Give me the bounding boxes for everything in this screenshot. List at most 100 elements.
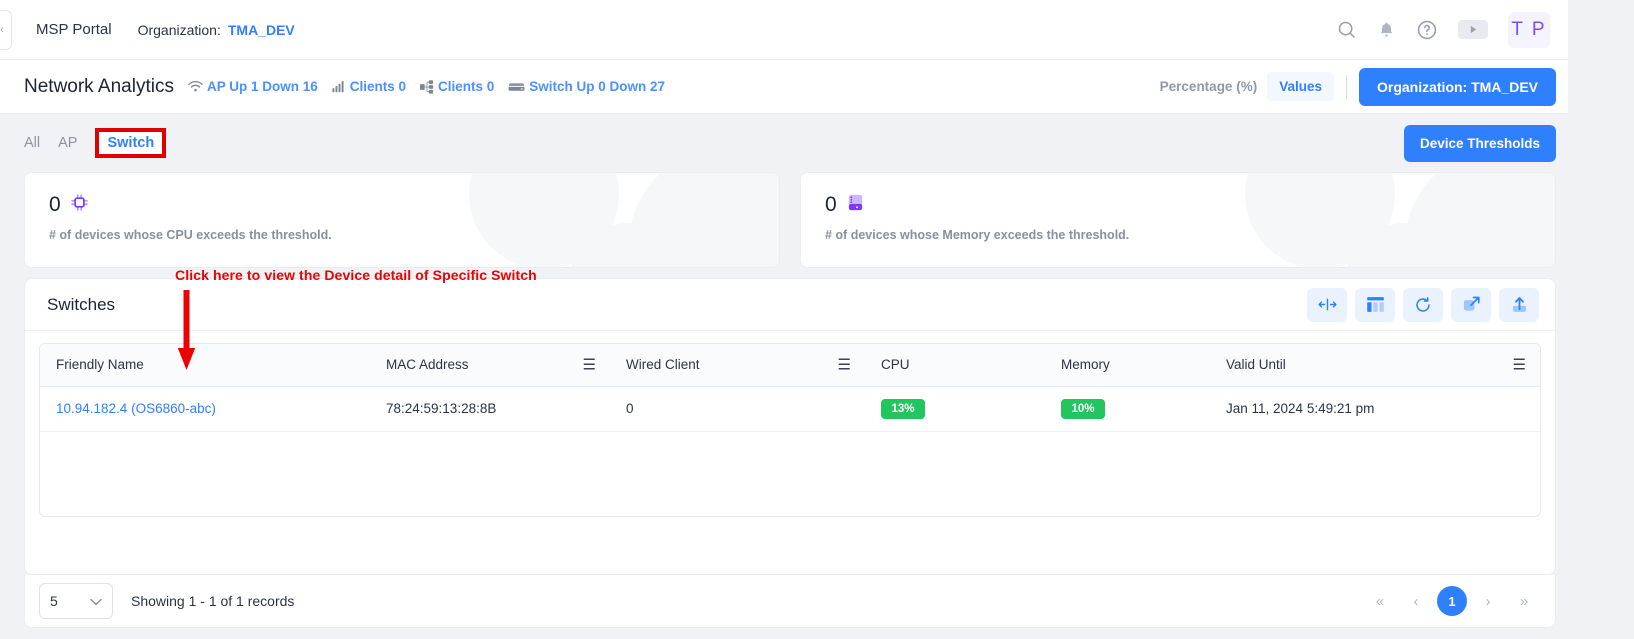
organization-button[interactable]: Organization: TMA_DEV <box>1358 67 1556 106</box>
expand-icon[interactable] <box>1451 287 1491 322</box>
column-menu-icon[interactable]: ☰ <box>838 357 851 372</box>
sidebar-toggle[interactable]: ‹ <box>0 10 12 50</box>
column-label: CPU <box>881 357 910 373</box>
device-thresholds-button[interactable]: Device Thresholds <box>1403 124 1556 162</box>
pagination-first[interactable]: « <box>1365 586 1395 616</box>
pagination: « ‹ 1 › » <box>1365 586 1539 616</box>
video-play-icon[interactable] <box>1458 20 1488 39</box>
kpi-memory-value-row: 0 <box>825 193 1531 217</box>
cpu-badge: 13% <box>881 398 925 419</box>
cell-wired-client: 0 <box>610 386 865 432</box>
filter-tabs-row: All AP Switch Device Thresholds <box>0 114 1568 172</box>
tab-switch[interactable]: Switch <box>107 135 154 151</box>
fit-columns-icon[interactable] <box>1307 287 1347 322</box>
stat-switch-label: Switch Up 0 Down 27 <box>529 79 666 94</box>
bell-icon[interactable] <box>1377 20 1396 40</box>
kpi-cpu-description: # of devices whose CPU exceeds the thres… <box>49 228 332 242</box>
kpi-memory-value: 0 <box>825 193 837 216</box>
header-right-actions: Percentage (%) Values Organization: TMA_… <box>1150 67 1568 106</box>
column-label: Friendly Name <box>56 357 144 373</box>
avatar[interactable]: T P <box>1508 11 1550 48</box>
page-title: Network Analytics <box>24 75 174 97</box>
organization-label: Organization: <box>137 21 221 38</box>
cell-cpu: 13% <box>865 386 1045 432</box>
kpi-memory-description: # of devices whose Memory exceeds the th… <box>825 228 1130 242</box>
page-size-select[interactable]: 5 <box>39 583 113 619</box>
memory-badge: 10% <box>1061 398 1105 419</box>
table-header-row: Friendly Name MAC Address ☰ Wired Client… <box>40 344 1540 387</box>
refresh-icon[interactable] <box>1403 287 1443 322</box>
toggle-percentage[interactable]: Percentage (%) <box>1150 72 1268 101</box>
top-bar: ‹ MSP Portal Organization: TMA_DEV T P <box>0 0 1568 60</box>
switches-table-container: Friendly Name MAC Address ☰ Wired Client… <box>39 343 1541 517</box>
search-icon[interactable] <box>1336 19 1357 40</box>
filter-tabs: All AP Switch <box>24 128 167 158</box>
pagination-next[interactable]: › <box>1473 586 1503 616</box>
tab-all[interactable]: All <box>24 135 40 151</box>
column-label: Memory <box>1061 357 1110 373</box>
switches-panel-header: Switches <box>25 279 1555 331</box>
cell-valid-until: Jan 11, 2024 5:49:21 pm <box>1210 386 1540 432</box>
page-size-value: 5 <box>50 593 58 609</box>
kpi-cards: 0 # of devices whose CPU exceeds the thr… <box>24 172 1556 268</box>
switch-icon <box>508 80 525 93</box>
stat-ap[interactable]: AP Up 1 Down 16 <box>188 79 318 94</box>
column-header-friendly-name[interactable]: Friendly Name <box>40 344 370 387</box>
table-row[interactable]: 10.94.182.4 (OS6860-abc) 78:24:59:13:28:… <box>40 386 1540 432</box>
stat-wired-clients[interactable]: Clients 0 <box>420 79 494 94</box>
column-header-mac-address[interactable]: MAC Address ☰ <box>370 344 610 387</box>
kpi-cpu-value-row: 0 <box>49 193 755 217</box>
pagination-prev[interactable]: ‹ <box>1401 586 1431 616</box>
signal-bars-icon <box>332 80 346 93</box>
column-header-cpu[interactable]: CPU <box>865 344 1045 387</box>
column-menu-icon[interactable]: ☰ <box>583 357 596 372</box>
columns-chooser-icon[interactable] <box>1355 287 1395 322</box>
table-footer: 5 Showing 1 - 1 of 1 records « ‹ 1 › » <box>24 575 1556 628</box>
stat-wireless-clients-label: Clients 0 <box>349 79 407 94</box>
column-header-memory[interactable]: Memory <box>1045 344 1210 387</box>
switches-toolbar <box>1307 287 1539 322</box>
wifi-icon <box>188 80 203 93</box>
chevron-down-icon <box>90 593 102 609</box>
network-topology-icon <box>420 79 434 94</box>
toggle-values[interactable]: Values <box>1267 72 1334 101</box>
stat-ap-label: AP Up 1 Down 16 <box>206 79 318 94</box>
column-header-valid-until[interactable]: Valid Until ☰ <box>1210 344 1540 387</box>
stat-switch[interactable]: Switch Up 0 Down 27 <box>508 79 665 94</box>
cpu-chip-icon <box>70 193 89 217</box>
divider <box>1345 74 1347 99</box>
app-page: ‹ MSP Portal Organization: TMA_DEV T P N… <box>0 0 1634 639</box>
tab-ap[interactable]: AP <box>58 135 77 151</box>
pagination-page-1[interactable]: 1 <box>1437 586 1467 616</box>
switches-panel: Switches Friendly Name MAC Address ☰ Wir… <box>24 278 1556 575</box>
column-menu-icon[interactable]: ☰ <box>1513 357 1526 372</box>
annotation-text: Click here to view the Device detail of … <box>175 267 537 283</box>
memory-module-icon <box>846 193 865 217</box>
pagination-last[interactable]: » <box>1509 586 1539 616</box>
column-label: MAC Address <box>386 357 469 373</box>
table-body: 10.94.182.4 (OS6860-abc) 78:24:59:13:28:… <box>40 386 1540 432</box>
cell-memory: 10% <box>1045 386 1210 432</box>
help-circle-icon[interactable] <box>1416 19 1438 41</box>
kpi-cpu-value: 0 <box>49 193 61 216</box>
kpi-card-cpu: 0 # of devices whose CPU exceeds the thr… <box>24 172 780 268</box>
records-summary: Showing 1 - 1 of 1 records <box>131 593 295 609</box>
cell-mac-address: 78:24:59:13:28:8B <box>370 386 610 432</box>
stat-wired-clients-label: Clients 0 <box>438 79 495 94</box>
top-bar-actions: T P <box>1336 11 1568 48</box>
device-status-summary: AP Up 1 Down 16 Clients 0 Clients 0 Swit… <box>188 79 679 94</box>
column-label: Valid Until <box>1226 357 1286 373</box>
column-label: Wired Client <box>626 357 700 373</box>
switches-title: Switches <box>47 294 116 314</box>
export-upload-icon[interactable] <box>1499 287 1539 322</box>
switches-table: Friendly Name MAC Address ☰ Wired Client… <box>40 344 1540 432</box>
tab-switch-highlight: Switch <box>95 128 167 158</box>
stat-wireless-clients[interactable]: Clients 0 <box>332 79 406 94</box>
analytics-header: Network Analytics AP Up 1 Down 16 Client… <box>0 60 1568 114</box>
cell-friendly-name[interactable]: 10.94.182.4 (OS6860-abc) <box>40 386 370 432</box>
annotation-arrow <box>176 288 200 372</box>
column-header-wired-client[interactable]: Wired Client ☰ <box>610 344 865 387</box>
organization-name[interactable]: TMA_DEV <box>228 22 295 38</box>
table-head: Friendly Name MAC Address ☰ Wired Client… <box>40 344 1540 387</box>
kpi-card-memory: 0 # of devices whose Memory exceeds the … <box>800 172 1556 268</box>
